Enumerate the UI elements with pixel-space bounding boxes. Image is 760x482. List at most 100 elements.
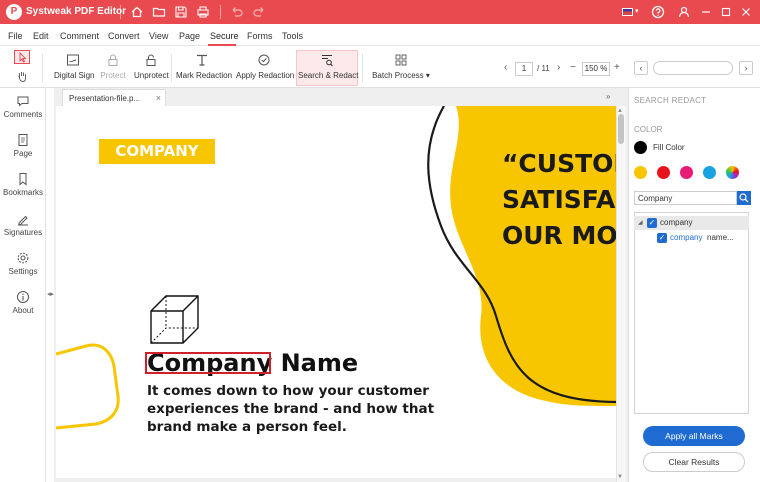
settings-icon — [17, 252, 29, 264]
bookmark-icon — [19, 173, 27, 186]
mark-redaction-label: Mark Redaction — [176, 71, 233, 80]
apply-redaction-label: Apply Redaction — [236, 71, 295, 80]
user-icon[interactable] — [676, 4, 692, 20]
clear-results-button[interactable]: Clear Results — [643, 452, 745, 472]
zoom-in-button[interactable]: + — [614, 62, 620, 73]
prev-page-button[interactable]: ‹ — [504, 62, 507, 73]
unlock-icon — [146, 54, 156, 66]
swatch-yellow[interactable] — [634, 166, 647, 179]
menu-tools[interactable]: Tools — [282, 31, 303, 41]
apply-redaction-button[interactable]: Apply Redaction — [236, 52, 295, 80]
expand-panel-icon[interactable]: » — [606, 92, 610, 101]
toolbar-search-input[interactable] — [653, 61, 733, 75]
menu-convert[interactable]: Convert — [108, 31, 140, 41]
panel-title: SEARCH REDACT — [634, 96, 707, 105]
signature-icon — [18, 215, 28, 226]
cursor-arrow-icon — [19, 51, 27, 63]
sidebar-collapse-handle[interactable]: ◂▸ — [47, 290, 54, 298]
info-icon — [17, 291, 29, 303]
chevron-down-icon: ▾ — [425, 71, 430, 80]
batch-process-button[interactable]: Batch Process ▾ — [372, 52, 430, 80]
titlebar-separator — [220, 5, 221, 19]
redact-search-input[interactable]: Company — [634, 191, 737, 205]
batch-process-text: Batch Process — [372, 71, 424, 80]
hand-tool-button[interactable] — [15, 69, 29, 85]
sidebar-label-signatures: Signatures — [3, 228, 43, 237]
save-icon[interactable] — [173, 4, 189, 20]
flag-us-icon[interactable] — [622, 8, 633, 16]
sidebar-label-comments: Comments — [3, 110, 43, 119]
zoom-input[interactable]: 150 % — [582, 62, 610, 76]
search-prev-button[interactable]: ‹ — [634, 61, 648, 75]
tree-expand-icon[interactable]: ◢ — [638, 219, 643, 226]
search-next-button[interactable]: › — [739, 61, 753, 75]
search-icon — [739, 193, 749, 203]
digital-sign-button[interactable]: Digital Sign — [54, 52, 94, 80]
language-caret[interactable]: ▾ — [635, 7, 639, 15]
print-icon[interactable] — [195, 4, 211, 20]
sidebar-label-page: Page — [13, 149, 33, 158]
page-total: / 11 — [537, 64, 550, 73]
mark-redaction-button[interactable]: Mark Redaction — [176, 52, 233, 80]
home-icon[interactable] — [129, 4, 145, 20]
document-tab-title: Presentation-file.p... — [69, 94, 141, 103]
apply-all-marks-button[interactable]: Apply all Marks — [643, 426, 745, 446]
sidebar-item-comments[interactable]: Comments — [0, 94, 46, 119]
scroll-down-icon[interactable]: ▼ — [617, 474, 623, 480]
menu-edit[interactable]: Edit — [33, 31, 49, 41]
root-checkbox[interactable]: ✓ — [647, 218, 657, 228]
document-tab[interactable]: Presentation-file.p... × — [62, 89, 166, 106]
undo-icon[interactable] — [229, 4, 245, 20]
zoom-out-button[interactable]: − — [570, 62, 576, 73]
color-heading: COLOR — [634, 125, 663, 134]
redact-search-button[interactable] — [737, 191, 751, 205]
protect-button[interactable]: Protect — [100, 52, 126, 80]
pdf-page: COMPANY “CUSTOM SATISFAC OUR MOT Company… — [56, 106, 616, 478]
menu-file[interactable]: File — [8, 31, 23, 41]
tree-match-label[interactable]: company — [670, 233, 702, 242]
scroll-thumb[interactable] — [618, 114, 624, 144]
menu-secure[interactable]: Secure — [210, 31, 239, 41]
cube-icon — [150, 295, 199, 344]
fill-color-swatch[interactable] — [634, 141, 647, 154]
minimize-icon[interactable] — [698, 4, 714, 20]
help-icon[interactable] — [650, 4, 666, 20]
sidebar-item-signatures[interactable]: Signatures — [0, 212, 46, 237]
sidebar-item-settings[interactable]: Settings — [0, 251, 46, 276]
page-number-input[interactable]: 1 — [515, 62, 533, 76]
menu-comment[interactable]: Comment — [60, 31, 99, 41]
folder-icon[interactable] — [151, 4, 167, 20]
apply-redaction-icon — [258, 54, 270, 66]
close-icon[interactable] — [738, 4, 754, 20]
menu-page[interactable]: Page — [179, 31, 200, 41]
select-tool-button[interactable] — [14, 50, 30, 64]
menu-forms[interactable]: Forms — [247, 31, 273, 41]
redo-icon[interactable] — [251, 4, 267, 20]
redaction-mark-box[interactable] — [145, 352, 271, 374]
search-redact-label: Search & Redact — [298, 71, 359, 80]
unprotect-button[interactable]: Unprotect — [134, 52, 169, 80]
sidebar-label-about: About — [12, 306, 34, 315]
sidebar-label-settings: Settings — [8, 267, 38, 276]
child-checkbox[interactable]: ✓ — [657, 233, 667, 243]
close-tab-icon[interactable]: × — [156, 93, 161, 103]
maximize-icon[interactable] — [718, 4, 734, 20]
protect-label: Protect — [100, 71, 126, 80]
swatch-red[interactable] — [657, 166, 670, 179]
titlebar-separator — [120, 5, 121, 19]
swatch-color-picker-icon[interactable] — [726, 166, 739, 179]
menu-bar: File Edit Comment Convert View Page Secu… — [0, 24, 760, 46]
menu-view[interactable]: View — [149, 31, 168, 41]
swatch-blue[interactable] — [703, 166, 716, 179]
batch-process-icon — [395, 54, 407, 66]
next-page-button[interactable]: › — [557, 62, 560, 73]
unprotect-label: Unprotect — [134, 71, 169, 80]
swatch-pink[interactable] — [680, 166, 693, 179]
vertical-scrollbar[interactable] — [616, 106, 626, 482]
sidebar-item-page[interactable]: Page — [0, 133, 46, 158]
sidebar-item-about[interactable]: About — [0, 290, 46, 315]
comments-icon — [17, 96, 29, 107]
search-redact-button[interactable]: Search & Redact — [298, 52, 359, 80]
sidebar-item-bookmarks[interactable]: Bookmarks — [0, 172, 46, 197]
quote-text: “CUSTOM SATISFAC OUR MOT — [502, 149, 616, 250]
